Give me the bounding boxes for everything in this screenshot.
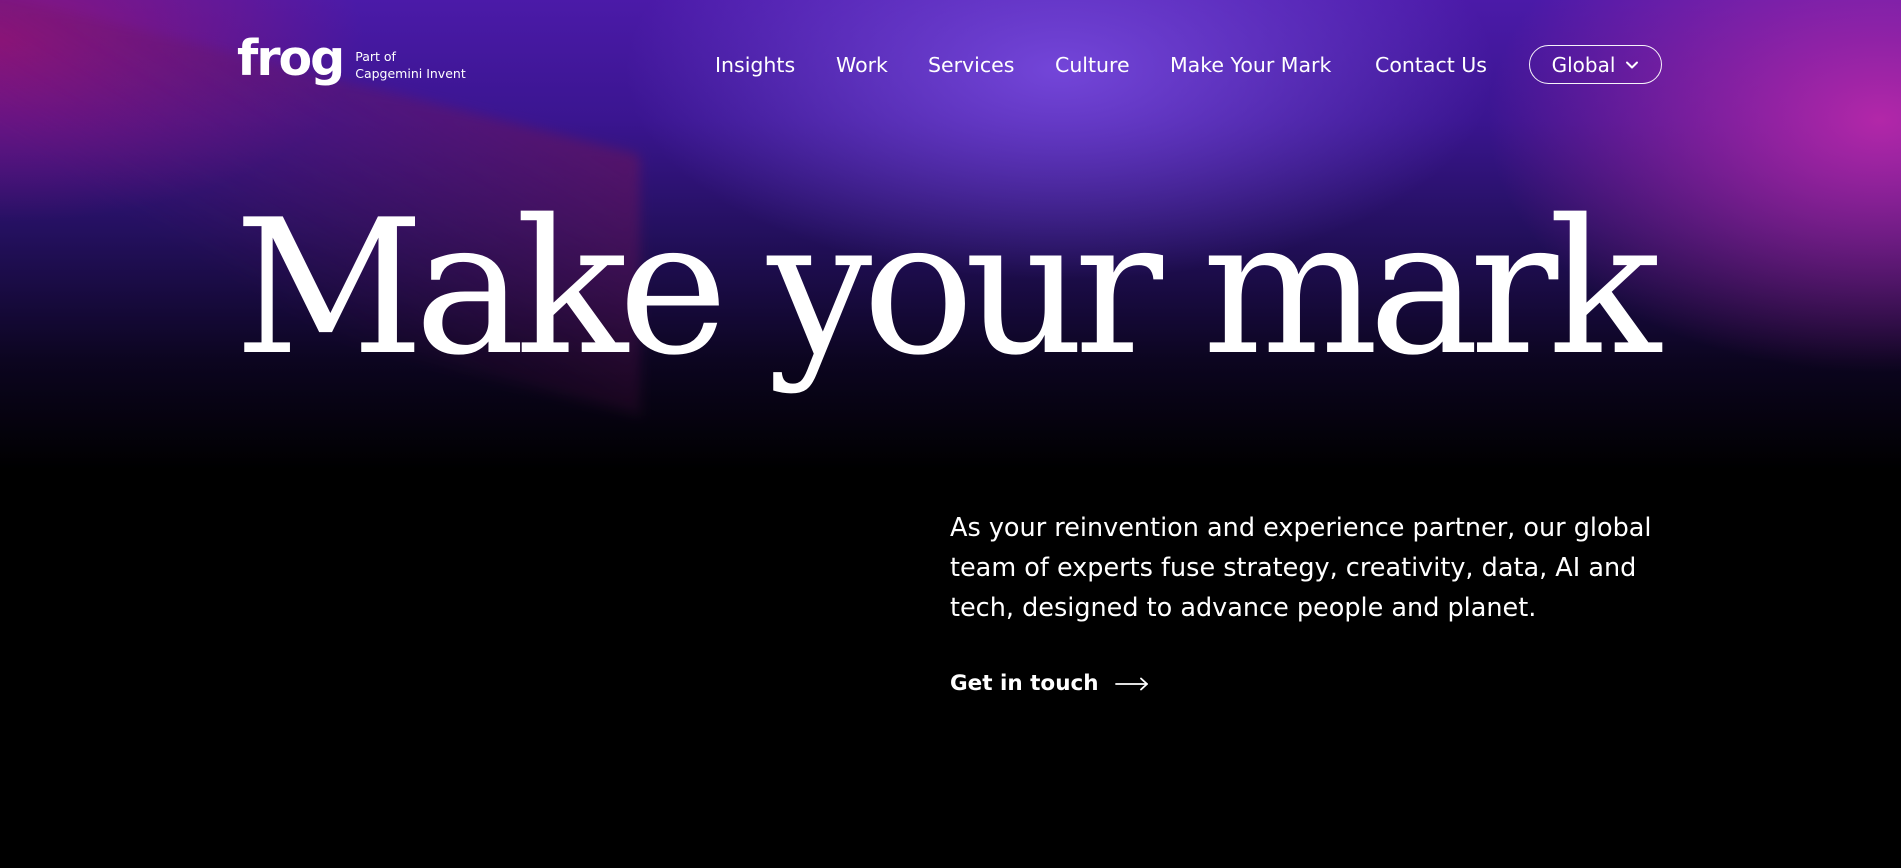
hero-headline: Make your mark — [234, 179, 1661, 396]
region-selector-button[interactable]: Global — [1529, 45, 1662, 84]
nav-item-services[interactable]: Services — [928, 49, 1014, 81]
nav-item-culture[interactable]: Culture — [1055, 49, 1130, 81]
arrow-right-icon — [1114, 677, 1148, 691]
chevron-down-icon — [1626, 61, 1639, 68]
get-in-touch-label: Get in touch — [950, 671, 1099, 696]
get-in-touch-link[interactable]: Get in touch — [950, 668, 1149, 700]
nav-item-insights[interactable]: Insights — [715, 49, 795, 81]
page: frog Part of Capgemini Invent Insights W… — [0, 0, 1901, 868]
nav-item-work[interactable]: Work — [836, 49, 888, 81]
hero-description: As your reinvention and experience partn… — [950, 513, 1652, 623]
site-header: frog Part of Capgemini Invent Insights W… — [0, 0, 1901, 130]
region-selector-label: Global — [1551, 52, 1616, 77]
nav-item-contact-us[interactable]: Contact Us — [1375, 49, 1487, 81]
nav-item-make-your-mark[interactable]: Make Your Mark — [1170, 49, 1331, 81]
